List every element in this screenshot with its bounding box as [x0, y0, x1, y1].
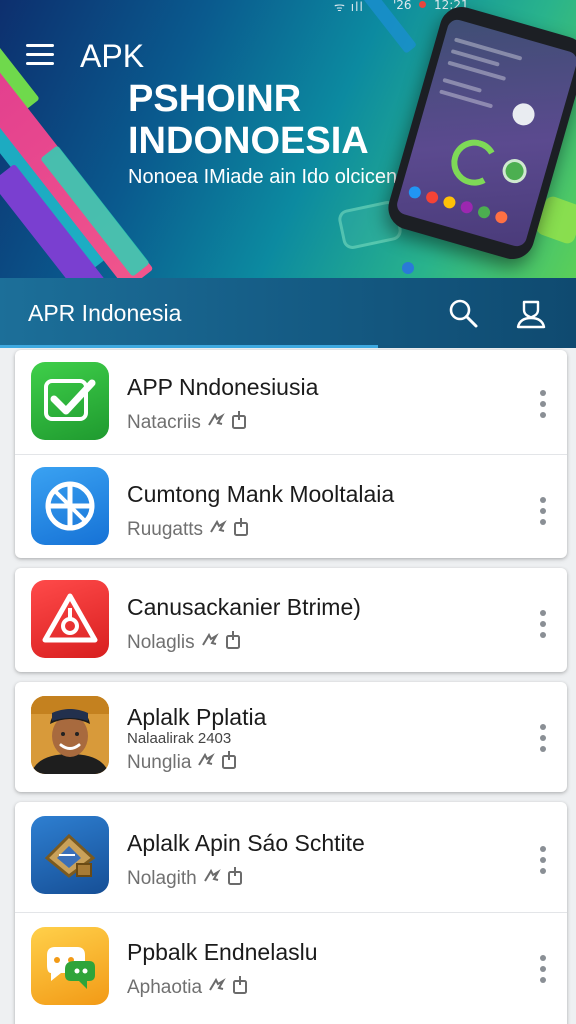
app-card: APP Nndonesiusia Natacriis Cumtong Mank …: [15, 350, 567, 558]
globe-app-icon: [31, 467, 109, 545]
app-name: APP Nndonesiusia: [127, 374, 319, 400]
download-icon: [227, 866, 243, 892]
search-icon[interactable]: [446, 296, 480, 330]
app-meta: Aphaotia: [127, 975, 248, 1001]
app-meta: Nolagith: [127, 866, 243, 892]
rating-icon: [206, 411, 226, 435]
rating-icon: [207, 976, 227, 1000]
warning-triangle-icon: [31, 580, 109, 658]
more-options-icon[interactable]: [533, 720, 553, 756]
rating-icon: [208, 518, 228, 542]
app-developer: Nolaglis: [127, 632, 195, 653]
more-options-icon[interactable]: [533, 606, 553, 642]
app-developer: Nolagith: [127, 868, 197, 889]
app-card: Canusackanier Btrime) Nolaglis: [15, 568, 567, 672]
app-name: Canusackanier Btrime): [127, 594, 361, 620]
app-bar: APR Indonesia: [0, 278, 576, 348]
list-item[interactable]: Cumtong Mank Mooltalaia Ruugatts: [15, 454, 567, 558]
hero-title-line1: PSHOINR: [128, 78, 302, 120]
hamburger-menu-icon[interactable]: [26, 44, 54, 68]
list-item[interactable]: Canusackanier Btrime) Nolaglis: [15, 568, 567, 672]
rating-icon: [200, 631, 220, 655]
profile-icon[interactable]: [514, 296, 548, 330]
app-bar-title: APR Indonesia: [28, 300, 182, 326]
hero-title-line2: INDONOESIA: [128, 120, 369, 162]
status-misc: '26: [393, 0, 412, 12]
app-name: Cumtong Mank Mooltalaia: [127, 481, 395, 507]
download-icon: [233, 517, 249, 543]
app-developer: Ruugatts: [127, 519, 204, 540]
more-options-icon[interactable]: [533, 493, 553, 529]
download-icon: [221, 750, 237, 776]
app-meta: Nunglia: [127, 750, 237, 776]
app-name: Ppbalk Endnelaslu: [127, 939, 318, 965]
status-bar: ᯤ ıll '26 12:21: [0, 0, 576, 14]
chat-bubble-icon: [31, 927, 109, 1005]
hero-brand: APK: [80, 38, 145, 74]
more-options-icon[interactable]: [533, 386, 553, 422]
list-item[interactable]: Aplalk Pplatia Nalaalirak 2403 Nunglia: [15, 682, 567, 792]
more-options-icon[interactable]: [533, 951, 553, 987]
app-developer: Aphaotia: [127, 977, 203, 998]
decor-dot: [402, 262, 414, 274]
hero-title: PSHOINR INDONOESIA: [128, 78, 369, 162]
check-shield-icon: [31, 362, 109, 440]
list-item[interactable]: Ppbalk Endnelaslu Aphaotia: [15, 912, 567, 1024]
app-name: Aplalk Pplatia: [127, 704, 267, 730]
more-options-icon[interactable]: [533, 842, 553, 878]
rating-icon: [196, 751, 216, 775]
notification-dot-icon: [419, 1, 426, 8]
download-icon: [225, 630, 241, 656]
app-name: Aplalk Apin Sáo Schtite: [127, 830, 365, 856]
app-version: Nalaalirak 2403: [127, 730, 232, 747]
app-meta: Natacriis: [127, 410, 247, 436]
map-house-icon: [31, 816, 109, 894]
avatar-man-icon: [31, 696, 109, 774]
app-meta: Ruugatts: [127, 517, 249, 543]
download-icon: [232, 975, 248, 1001]
list-item[interactable]: APP Nndonesiusia Natacriis: [15, 350, 567, 454]
app-developer: Nunglia: [127, 752, 192, 773]
hero-subtitle: Nonoea IMiade ain Ido olcicen: [128, 166, 398, 188]
app-card: Aplalk Apin Sáo Schtite Nolagith Ppbalk: [15, 802, 567, 1024]
app-developer: Natacriis: [127, 412, 201, 433]
app-meta: Nolaglis: [127, 630, 241, 656]
list-item[interactable]: Aplalk Apin Sáo Schtite Nolagith: [15, 802, 567, 912]
app-list: APP Nndonesiusia Natacriis Cumtong Mank …: [0, 348, 576, 1024]
download-icon: [231, 410, 247, 436]
hero-banner: ᯤ ıll '26 12:21 APK PSHOINR INDONOESIA N…: [0, 0, 576, 278]
app-card: Aplalk Pplatia Nalaalirak 2403 Nunglia: [15, 682, 567, 792]
signal-icon: ᯤ ıll: [334, 0, 364, 14]
rating-icon: [202, 867, 222, 891]
